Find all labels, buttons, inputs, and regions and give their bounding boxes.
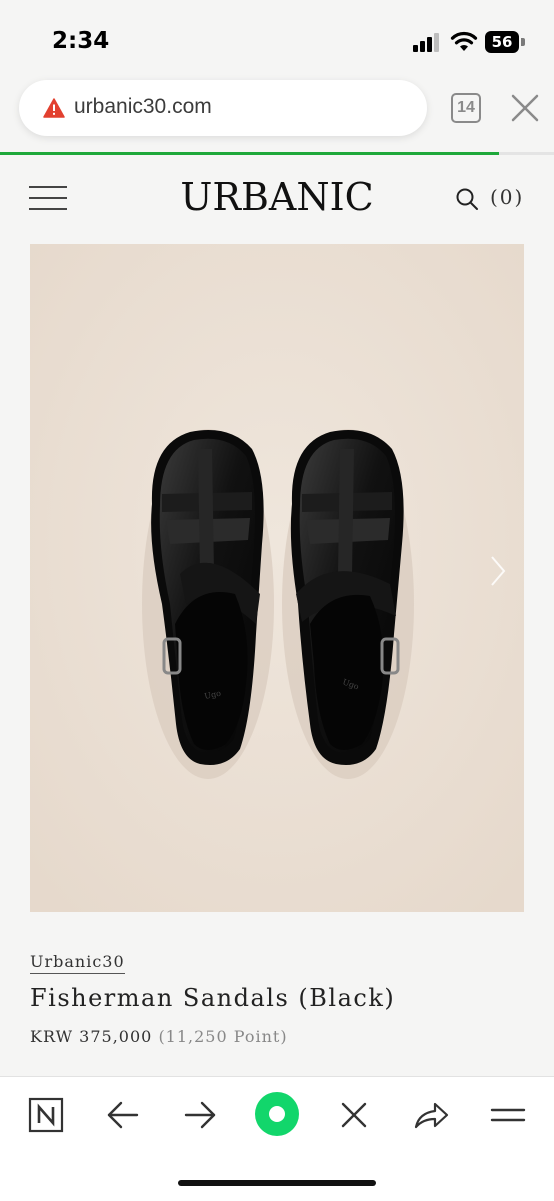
sandals-illustration: Ugo Ugo xyxy=(30,244,524,912)
product-price-line: KRW 375,000 (11,250 Point) xyxy=(30,1027,288,1046)
next-image-arrow-icon[interactable] xyxy=(487,553,509,589)
product-title: Fisherman Sandals (Black) xyxy=(30,984,396,1012)
address-bar[interactable]: urbanic30.com xyxy=(19,80,427,136)
close-icon[interactable] xyxy=(334,1095,374,1135)
menu-icon[interactable] xyxy=(488,1095,528,1135)
naver-n-icon[interactable] xyxy=(26,1095,66,1135)
green-dot-icon[interactable] xyxy=(254,1091,300,1137)
url-text: urbanic30.com xyxy=(74,95,212,118)
close-icon[interactable] xyxy=(508,91,542,125)
search-icon[interactable] xyxy=(455,187,479,211)
brand-link[interactable]: Urbanic30 xyxy=(30,952,125,974)
status-time: 2:34 xyxy=(52,28,110,54)
product-image[interactable]: Ugo Ugo xyxy=(30,244,524,912)
product-price: KRW 375,000 xyxy=(30,1027,153,1046)
wifi-icon xyxy=(450,31,478,51)
forward-arrow-icon[interactable] xyxy=(180,1095,220,1135)
status-bar: 2:34 56 xyxy=(0,0,554,80)
cart-button[interactable]: (0) xyxy=(490,185,524,209)
home-indicator xyxy=(178,1180,376,1186)
battery-icon: 56 xyxy=(485,31,525,53)
battery-level: 56 xyxy=(491,33,513,51)
not-secure-warning-icon xyxy=(43,98,65,118)
tab-switcher-button[interactable]: 14 xyxy=(451,93,481,123)
cellular-signal-icon xyxy=(413,33,439,52)
product-points: (11,250 Point) xyxy=(158,1027,288,1046)
page-load-progress xyxy=(0,152,554,155)
share-icon[interactable] xyxy=(411,1095,451,1135)
page-load-progress-fill xyxy=(0,152,499,155)
back-arrow-icon[interactable] xyxy=(103,1095,143,1135)
